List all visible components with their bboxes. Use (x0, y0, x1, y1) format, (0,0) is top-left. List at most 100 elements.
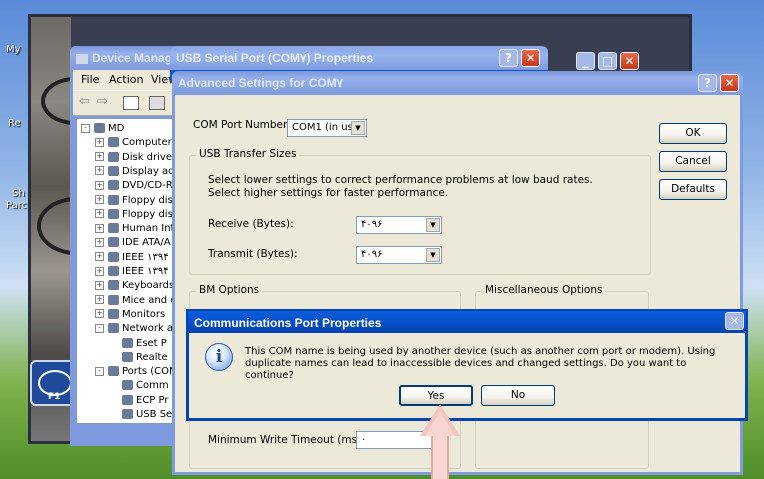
menu-file[interactable]: File (81, 73, 99, 86)
close-button[interactable]: ✕ (521, 49, 540, 67)
expand-toggle-icon[interactable]: + (95, 209, 104, 219)
tree-item-label: Floppy disl (122, 208, 176, 220)
desktop-icon-label[interactable]: Parc (6, 200, 27, 211)
cancel-button[interactable]: Cancel (659, 151, 727, 172)
tree-item-label: Comm (136, 380, 169, 392)
usb-transfer-sizes-group: USB Transfer Sizes Select lower settings… (189, 148, 651, 275)
expand-toggle-icon[interactable]: - (95, 323, 104, 333)
close-button[interactable]: ✕ (720, 74, 739, 92)
transmit-label: Transmit (Bytes): (208, 248, 298, 260)
expand-toggle-icon[interactable]: + (95, 280, 104, 290)
tree-item[interactable]: Eset P (109, 337, 167, 352)
tree-item[interactable]: + Disk drives (95, 151, 177, 166)
receive-select[interactable]: ۴۰۹۶ ▼ (356, 216, 442, 234)
tree-item[interactable]: + Keyboards (95, 280, 174, 294)
expand-toggle-icon[interactable]: + (95, 166, 104, 176)
expand-toggle-icon[interactable]: + (95, 266, 104, 276)
desktop-icon-label[interactable]: Re (8, 118, 21, 129)
expand-toggle-icon[interactable]: + (95, 252, 104, 262)
show-hide-tree-icon[interactable] (123, 96, 139, 110)
tree-item[interactable]: + Floppy disl (95, 194, 176, 209)
usb-transfer-sizes-title: USB Transfer Sizes (196, 148, 300, 160)
tree-item[interactable]: + Display ad (95, 165, 175, 180)
expand-toggle-icon[interactable]: - (81, 123, 90, 133)
expand-toggle-icon[interactable]: - (95, 366, 104, 376)
background-window-controls: _ □ ✕ (572, 50, 658, 72)
tree-item[interactable]: USB Se (109, 409, 172, 423)
tree-item-label: Floppy disl (122, 194, 176, 206)
help-button[interactable]: ? (499, 49, 518, 67)
tree-item-label: USB Se (136, 409, 173, 420)
device-icon (108, 266, 119, 276)
properties-icon[interactable] (149, 96, 165, 110)
device-icon (108, 251, 119, 262)
tree-item[interactable]: - MD (81, 123, 124, 137)
tree-item-label: Computer (122, 137, 172, 149)
tree-item[interactable]: + DVD/CD-R (95, 180, 173, 194)
pointer-arrow-shaft (431, 436, 449, 479)
tree-item-label: Network a (122, 323, 174, 335)
tree-item[interactable]: Realte (109, 351, 168, 366)
device-icon (122, 394, 133, 405)
hint-higher: Select higher settings for faster perfor… (208, 187, 449, 199)
expand-toggle-icon[interactable]: + (95, 195, 104, 204)
chevron-down-icon: ▼ (351, 121, 365, 135)
min-write-timeout-label: Minimum Write Timeout (msec): (208, 434, 377, 446)
advanced-settings-title: Advanced Settings for COM۷ (178, 76, 344, 90)
tree-item[interactable]: + Floppy disl (95, 208, 176, 223)
forward-arrow-icon[interactable]: ⇨ (97, 94, 108, 109)
tree-item-label: Mice and c (122, 294, 176, 306)
transmit-select[interactable]: ۴۰۹۶ ▼ (356, 246, 442, 264)
comm-dialog-titlebar[interactable]: Communications Port Properties (186, 309, 748, 333)
defaults-button[interactable]: Defaults (659, 179, 727, 200)
help-button[interactable]: ? (698, 74, 717, 92)
hint-lower: Select lower settings to correct perform… (208, 174, 593, 186)
expand-toggle-icon[interactable]: + (95, 137, 104, 147)
yes-button[interactable]: Yes (399, 385, 473, 406)
tree-item[interactable]: + Computer (95, 137, 172, 151)
ok-button[interactable]: OK (659, 123, 727, 144)
receive-value: ۴۰۹۶ (361, 219, 383, 230)
device-icon (108, 194, 119, 205)
tree-item[interactable]: + IEEE ۱۳۹۴ (95, 251, 169, 266)
tree-item[interactable]: - Network a (95, 323, 173, 337)
expand-toggle-icon[interactable]: + (95, 295, 104, 305)
maximize-icon[interactable]: □ (598, 52, 617, 70)
expand-toggle-icon[interactable]: + (95, 223, 104, 233)
close-icon[interactable]: ✕ (620, 52, 639, 70)
device-manager-title: Device Manage (92, 51, 179, 65)
menu-action[interactable]: Action (109, 73, 143, 86)
transmit-value: ۴۰۹۶ (361, 249, 383, 260)
back-arrow-icon[interactable]: ⇦ (79, 94, 90, 109)
misc-options-title: Miscellaneous Options (482, 284, 606, 296)
advanced-settings-titlebar[interactable]: Advanced Settings for COM۷ (172, 71, 743, 95)
device-icon (108, 366, 119, 377)
tree-item[interactable]: Comm (109, 380, 169, 394)
expand-toggle-icon[interactable]: + (95, 237, 104, 247)
no-button[interactable]: No (481, 385, 555, 406)
close-button[interactable]: ✕ (725, 312, 744, 330)
com-port-select[interactable]: COM1 (in use) ▼ (287, 119, 367, 137)
expand-toggle-icon[interactable]: + (95, 180, 104, 190)
tree-item[interactable]: + IDE ATA/A (95, 237, 171, 251)
tree-item[interactable]: + IEEE ۱۳۹۴ (95, 266, 169, 280)
tree-item-label: Monitors (122, 308, 166, 320)
tree-item-label: Eset P (136, 337, 167, 349)
expand-toggle-icon[interactable]: + (95, 309, 104, 319)
desktop-icon-label[interactable]: My (6, 44, 21, 55)
tree-item-label: Display ad (122, 165, 175, 177)
usb-props-titlebar[interactable]: USB Serial Port (COM۷) Properties (170, 46, 548, 70)
device-icon (108, 223, 119, 234)
device-icon (94, 123, 105, 133)
comm-dialog-title: Communications Port Properties (194, 316, 382, 330)
tree-item[interactable]: + Monitors (95, 308, 166, 323)
tree-item-label: IEEE ۱۳۹۴ (122, 251, 169, 263)
desktop-icon-label[interactable]: Sh (12, 188, 25, 199)
tree-item[interactable]: - Ports (CON (95, 366, 176, 380)
minimize-icon[interactable]: _ (576, 52, 595, 70)
tree-item-label: IDE ATA/A (122, 237, 171, 249)
expand-toggle-icon[interactable]: + (95, 152, 104, 162)
tree-item[interactable]: + Mice and c (95, 294, 176, 309)
tree-item[interactable]: ECP Pr (109, 394, 168, 409)
tree-item[interactable]: + Human Int (95, 223, 174, 237)
